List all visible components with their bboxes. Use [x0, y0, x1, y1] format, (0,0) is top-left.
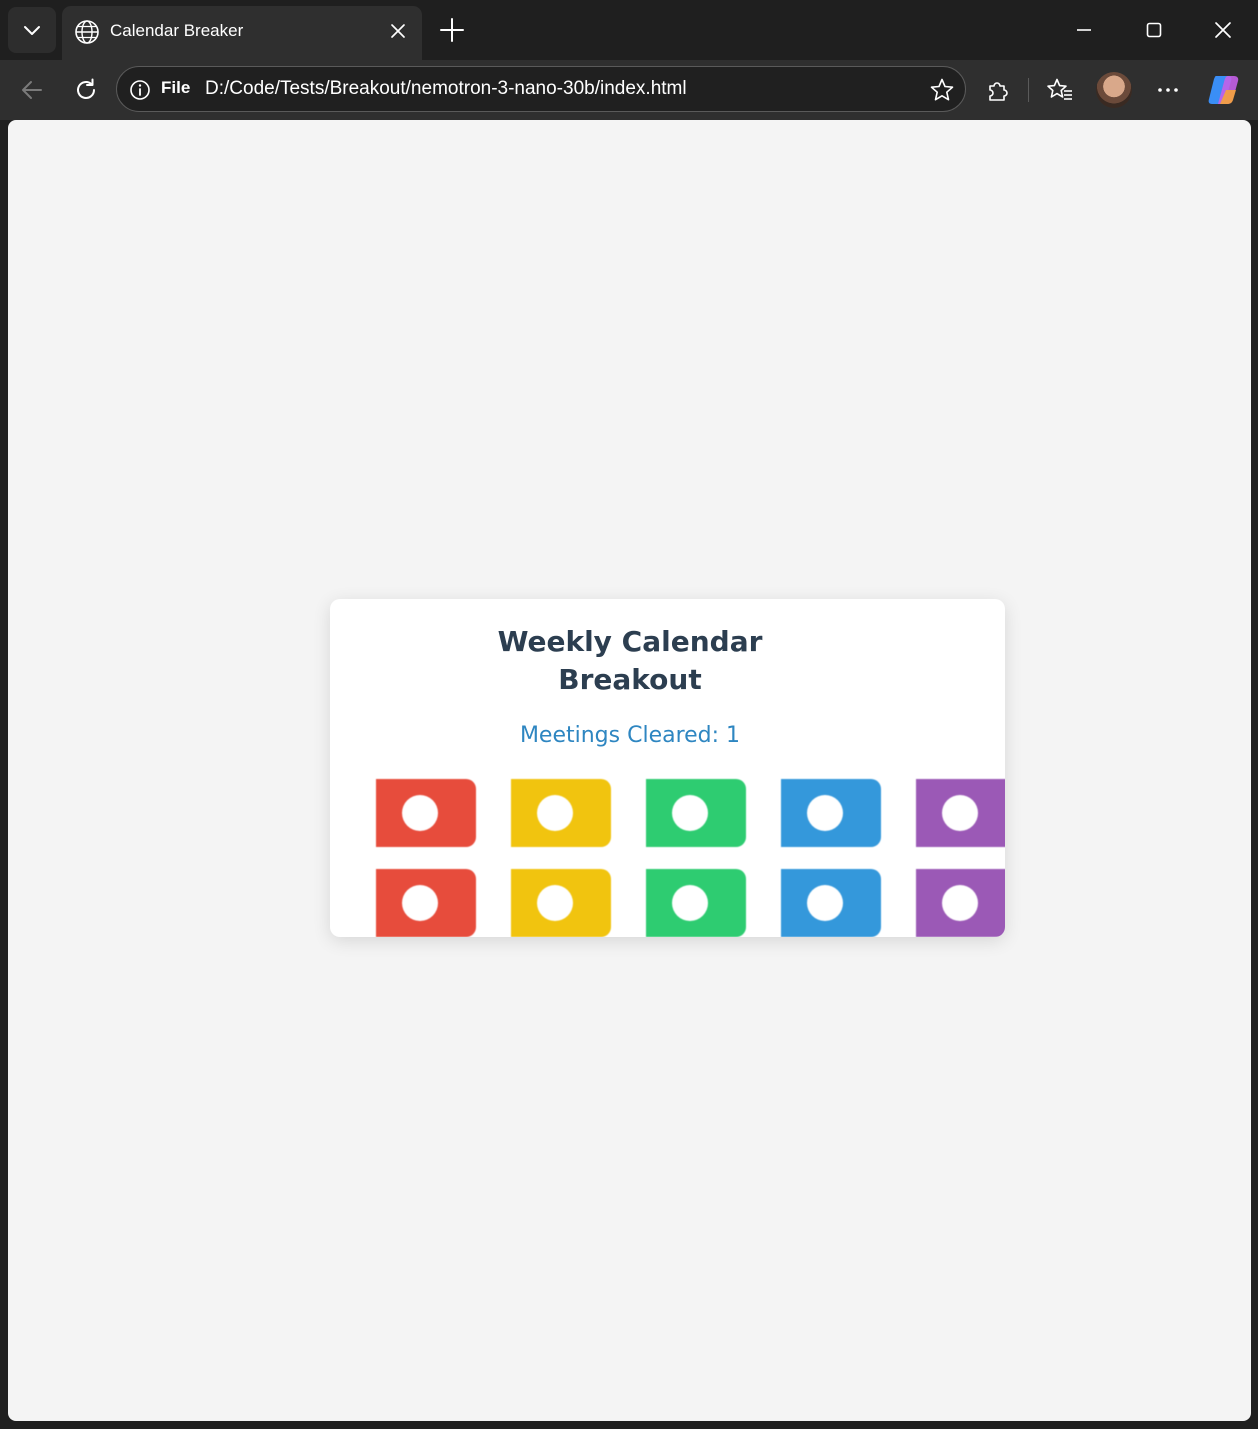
game-title-line1: Weekly Calendar: [497, 625, 763, 658]
tab-list-button[interactable]: [8, 7, 56, 53]
game-title-line2: Breakout: [558, 663, 702, 696]
favorites-button[interactable]: [1043, 73, 1077, 107]
calendar-brick: [646, 869, 746, 937]
brick-hole: [942, 885, 978, 921]
calendar-brick: [376, 869, 476, 937]
calendar-brick: [781, 779, 881, 847]
close-icon: [1215, 22, 1231, 38]
info-icon[interactable]: [129, 79, 151, 101]
browser-toolbar: File D:/Code/Tests/Breakout/nemotron-3-n…: [0, 60, 1258, 120]
brick-hole: [402, 885, 438, 921]
minimize-icon: [1077, 29, 1091, 31]
more-menu-button[interactable]: [1151, 73, 1185, 107]
maximize-button[interactable]: [1136, 12, 1172, 48]
brick-hole: [672, 885, 708, 921]
plus-icon: [440, 18, 464, 42]
star-icon[interactable]: [929, 77, 955, 103]
arrow-left-icon: [22, 81, 42, 99]
page-viewport: Weekly Calendar Breakout Meetings Cleare…: [8, 120, 1251, 1421]
tab-title: Calendar Breaker: [110, 21, 244, 40]
close-window-button[interactable]: [1205, 12, 1241, 48]
tab-active[interactable]: Calendar Breaker: [62, 6, 422, 60]
toolbar-separator: [1028, 78, 1029, 102]
puzzle-icon: [989, 82, 1008, 101]
ellipsis-icon: [1158, 88, 1178, 92]
brick-hole: [672, 795, 708, 831]
brick-field[interactable]: [376, 779, 1005, 937]
score-counter: Meetings Cleared: 1: [519, 723, 741, 748]
reload-icon: [77, 78, 95, 99]
profile-avatar[interactable]: [1096, 72, 1132, 108]
reload-button[interactable]: [69, 73, 103, 107]
brick-hole: [537, 795, 573, 831]
calendar-brick: [646, 779, 746, 847]
new-tab-button[interactable]: [436, 14, 468, 46]
address-bar[interactable]: File D:/Code/Tests/Breakout/nemotron-3-n…: [116, 66, 966, 112]
calendar-brick: [916, 779, 1005, 847]
brick-hole: [402, 795, 438, 831]
url-text[interactable]: D:/Code/Tests/Breakout/nemotron-3-nano-3…: [205, 78, 687, 100]
brick-hole: [807, 885, 843, 921]
close-icon[interactable]: [388, 21, 408, 41]
game-card: Weekly Calendar Breakout Meetings Cleare…: [330, 599, 1005, 937]
calendar-brick: [376, 779, 476, 847]
brick-hole: [807, 795, 843, 831]
minimize-button[interactable]: [1066, 12, 1102, 48]
calendar-brick: [781, 869, 881, 937]
brick-hole: [537, 885, 573, 921]
maximize-icon: [1146, 22, 1162, 38]
extensions-button[interactable]: [981, 73, 1015, 107]
globe-icon: [75, 20, 99, 44]
scheme-label: File: [161, 78, 191, 97]
brick-hole: [942, 795, 978, 831]
back-button[interactable]: [15, 73, 49, 107]
calendar-brick: [511, 869, 611, 937]
game-title: Weekly Calendar Breakout: [330, 623, 930, 699]
calendar-brick: [916, 869, 1005, 937]
copilot-icon[interactable]: [1206, 72, 1242, 108]
calendar-brick: [511, 779, 611, 847]
chevron-down-icon: [24, 26, 40, 35]
favorites-icon: [1047, 78, 1072, 100]
tab-strip: Calendar Breaker: [0, 0, 1258, 60]
